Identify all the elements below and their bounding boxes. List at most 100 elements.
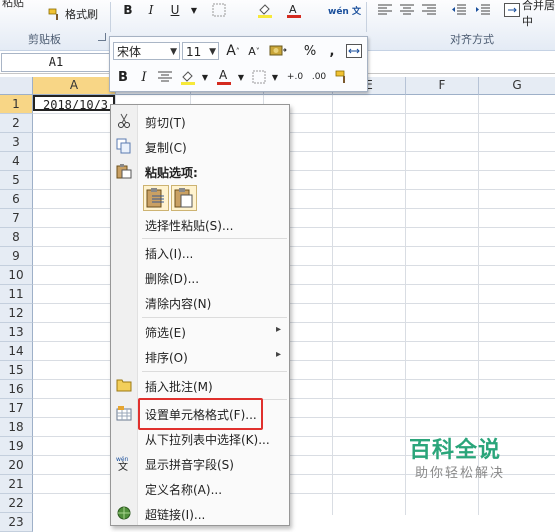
brush-icon <box>48 8 58 20</box>
grow-font-button[interactable]: A ˄ <box>223 41 243 61</box>
row-header[interactable]: 17 <box>0 399 33 418</box>
align-left-icon[interactable] <box>376 1 394 19</box>
format-cells-icon <box>116 405 132 421</box>
row-header[interactable]: 22 <box>0 494 33 513</box>
chevron-down-icon[interactable]: ▼ <box>170 43 177 61</box>
italic-button[interactable]: I <box>134 67 154 87</box>
increase-decimal-button[interactable]: +.0 <box>285 67 305 87</box>
menu-item-label: 筛选(E) <box>145 326 186 340</box>
clipboard-launcher[interactable] <box>98 33 106 41</box>
chevron-down-icon[interactable]: ▼ <box>231 67 251 87</box>
row-header[interactable]: 23 <box>0 513 33 532</box>
underline-button[interactable]: U <box>166 1 184 19</box>
row-header[interactable]: 11 <box>0 285 33 304</box>
shrink-font-button[interactable]: A ˅ <box>244 41 264 61</box>
alignment-group-label: 对齐方式 <box>450 33 494 46</box>
row-header[interactable]: 8 <box>0 228 33 247</box>
merge-center-icon[interactable] <box>344 41 364 61</box>
menu-item-cut[interactable]: 剪切(T) <box>111 109 289 133</box>
comma-style-button[interactable]: , <box>322 41 342 61</box>
submenu-arrow-icon: ▸ <box>275 349 281 360</box>
menu-item-hyperlink[interactable]: 超链接(I)... <box>111 501 289 525</box>
align-right-icon[interactable] <box>420 1 438 19</box>
format-painter-button[interactable]: 格式刷 <box>48 6 98 22</box>
bold-button[interactable]: B <box>119 1 137 19</box>
menu-item-label: 超链接(I)... <box>145 508 206 522</box>
chevron-down-icon[interactable]: ▼ <box>185 1 203 19</box>
row-header[interactable]: 4 <box>0 152 33 171</box>
bold-button[interactable]: B <box>113 67 133 87</box>
chevron-down-icon[interactable]: ▼ <box>209 43 216 61</box>
watermark-title: 百科全说 <box>409 438 502 463</box>
row-header[interactable]: 16 <box>0 380 33 399</box>
phonetic-guide-button[interactable]: wén 文 <box>328 1 361 19</box>
grow-font-label: A <box>226 43 236 59</box>
menu-item-copy[interactable]: 复制(C) <box>111 134 289 158</box>
svg-text:文: 文 <box>118 460 128 471</box>
row-header[interactable]: 5 <box>0 171 33 190</box>
name-box[interactable]: A1 <box>1 53 111 72</box>
cell-a1[interactable]: 2018/10/3 <box>33 95 115 111</box>
row-header[interactable]: 18 <box>0 418 33 437</box>
row-header[interactable]: 2 <box>0 114 33 133</box>
row-header[interactable]: 21 <box>0 475 33 494</box>
fill-color-icon[interactable] <box>256 1 274 19</box>
font-color-icon[interactable]: A <box>285 1 303 19</box>
font-size-combo[interactable]: 11 ▼ <box>182 42 219 60</box>
phonetic-icon: wén 文 <box>116 455 132 471</box>
decrease-indent-icon[interactable] <box>450 1 468 19</box>
menu-item-sort[interactable]: 排序(O) ▸ <box>111 344 289 368</box>
paste-button-partial[interactable]: 粘贴 <box>2 0 24 10</box>
column-header-f[interactable]: F <box>406 77 479 95</box>
watermark-subtitle: 助你轻松解决 <box>415 466 506 481</box>
row-header[interactable]: 3 <box>0 133 33 152</box>
row-header[interactable]: 19 <box>0 437 33 456</box>
row-header[interactable]: 9 <box>0 247 33 266</box>
row-header[interactable]: 6 <box>0 190 33 209</box>
row-header[interactable]: 13 <box>0 323 33 342</box>
paste-values-icon[interactable] <box>143 185 169 211</box>
align-center-icon[interactable] <box>155 67 175 87</box>
italic-button[interactable]: I <box>142 1 160 19</box>
menu-separator <box>142 317 287 318</box>
row-header[interactable]: 12 <box>0 304 33 323</box>
accounting-format-icon[interactable] <box>268 41 288 61</box>
chevron-down-icon[interactable]: ▼ <box>195 67 215 87</box>
percent-button[interactable]: % <box>300 41 320 61</box>
paste-icon <box>116 163 132 179</box>
font-name-combo[interactable]: 宋体 ▼ <box>113 42 180 60</box>
menu-item-filter[interactable]: 筛选(E) ▸ <box>111 319 289 343</box>
scissors-icon <box>116 113 132 129</box>
row-header[interactable]: 10 <box>0 266 33 285</box>
menu-item-insert[interactable]: 插入(I)... <box>111 240 289 264</box>
menu-item-insert-comment[interactable]: 插入批注(M) <box>111 373 289 397</box>
merge-cells-icon[interactable] <box>503 1 521 19</box>
paste-clipboard-icon[interactable] <box>171 185 197 211</box>
row-header[interactable]: 15 <box>0 361 33 380</box>
menu-item-label: 删除(D)... <box>145 272 200 286</box>
menu-item-delete[interactable]: 删除(D)... <box>111 265 289 289</box>
increase-indent-icon[interactable] <box>474 1 492 19</box>
row-header[interactable]: 7 <box>0 209 33 228</box>
menu-item-clear-contents[interactable]: 清除内容(N) <box>111 290 289 314</box>
format-painter-label: 格式刷 <box>65 8 98 21</box>
row-header[interactable]: 14 <box>0 342 33 361</box>
menu-item-show-phonetic[interactable]: wén 文 显示拼音字段(S) <box>111 451 289 475</box>
row-header[interactable]: 1 <box>0 95 33 114</box>
chevron-down-icon[interactable]: ▼ <box>265 67 285 87</box>
decrease-decimal-button[interactable]: .00 <box>309 67 329 87</box>
font-size-value: 11 <box>186 45 202 59</box>
align-center-icon[interactable] <box>398 1 416 19</box>
clipboard-group-label: 剪贴板 <box>28 33 61 46</box>
merge-center-label[interactable]: 合并居中 <box>522 0 555 29</box>
menu-item-define-name[interactable]: 定义名称(A)... <box>111 476 289 500</box>
menu-item-label: 排序(O) <box>145 351 188 365</box>
row-header[interactable]: 20 <box>0 456 33 475</box>
column-header-g[interactable]: G <box>479 77 555 95</box>
brush-icon[interactable] <box>332 67 352 87</box>
menu-item-paste-special[interactable]: 选择性粘贴(S)... <box>111 212 289 236</box>
menu-separator <box>142 238 287 239</box>
column-header-a[interactable]: A <box>33 77 116 95</box>
select-all-corner[interactable] <box>0 77 33 95</box>
border-icon[interactable] <box>210 1 228 19</box>
